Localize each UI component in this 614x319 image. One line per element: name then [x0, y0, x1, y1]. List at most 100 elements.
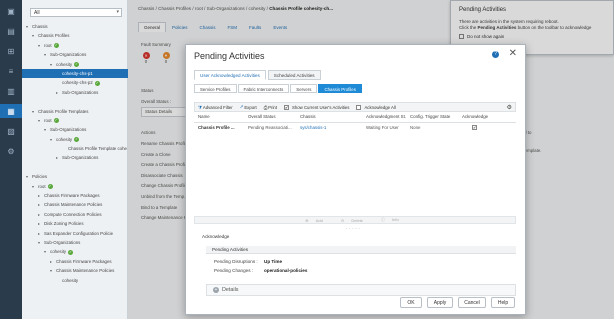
subtab-fabric-interconnects[interactable]: Fabric Interconnects [237, 84, 290, 93]
tree-node[interactable]: cohesity-chs-p2 ✓ [22, 78, 128, 87]
tab-scheduled[interactable]: Scheduled Activities [267, 70, 321, 80]
tree-node[interactable]: ▸ Chassis Firmware Packages [22, 191, 128, 200]
tree-node[interactable]: ▾ root ✓ [22, 41, 128, 50]
tree-node-label: Chassis Profiles [38, 33, 70, 39]
tree-node[interactable]: ▸ Sub-Organizations [22, 153, 128, 162]
col-trigger-state[interactable]: Config. Trigger State [406, 114, 458, 122]
col-ack-state[interactable]: Acknowledgment St... [362, 114, 406, 122]
tree-node[interactable]: ▾ Chassis Maintenance Policies [22, 266, 128, 275]
navigation-pane: All ▾ ▾ Chassis ▾ Chassis Profiles ▾ root ✓ ▾ Su… [22, 0, 128, 319]
tree-node-label: Sub-Organizations [62, 89, 99, 95]
filter-icon: ⧩ [198, 104, 202, 110]
tree-node[interactable]: ▸ Chassis Firmware Packages [22, 257, 128, 266]
tree-node[interactable]: cohesity-chs-p1 [22, 68, 128, 79]
pending-disruptions: Pending Disruptions : Up Time [214, 259, 282, 264]
add-label: Add [315, 217, 323, 223]
tree-node-label: Chassis Firmware Packages [44, 193, 100, 199]
tree-node[interactable]: ▾ Chassis Profiles [22, 31, 128, 40]
tree-node[interactable]: Chassis Profile Template cohe [22, 144, 128, 153]
table-row[interactable]: Chassis Profile ... Pending Reassociati.… [194, 125, 516, 135]
tree-node[interactable]: ▸ Sas Expander Configuration Policie [22, 229, 128, 238]
tree-node[interactable]: ▸ Compute Connection Policies [22, 210, 128, 219]
table-toolbar: ⧩ Advanced Filter ➚ Export ⎙ Print ✔ Show Cu… [194, 102, 516, 112]
cell-chassis-link[interactable]: sys/chassis-1 [296, 125, 362, 135]
ok-button[interactable]: OK [400, 297, 422, 308]
tree-node-label: Chassis Maintenance Policies [44, 202, 103, 208]
tree-node[interactable]: ▸ Chassis Maintenance Policies [22, 200, 128, 209]
help-icon[interactable]: ? [492, 51, 499, 58]
acknowledge-heading: Acknowledge [202, 234, 230, 239]
tree-node[interactable]: ▾ cohesity ✓ [22, 135, 128, 144]
details-expander[interactable]: + Details [206, 284, 516, 296]
tree-node[interactable]: ▾ root ✓ [22, 182, 128, 191]
tree-node-label: root [44, 42, 52, 48]
tree-node[interactable]: cohesity [22, 276, 128, 285]
details-label: Details [222, 287, 239, 293]
cell-acknowledge: ✔ [458, 125, 516, 135]
col-chassis[interactable]: Chassis [296, 114, 362, 122]
tree-node[interactable]: ▾ Policies [22, 172, 128, 181]
apply-button[interactable]: Apply [427, 297, 453, 308]
print-label: Print [268, 104, 278, 110]
navigation-tree: ▾ Chassis ▾ Chassis Profiles ▾ root ✓ ▾ Sub-Orga… [22, 22, 128, 285]
acknowledge-checkbox[interactable]: ✔ [472, 125, 477, 131]
tree-node-label: Sub-Organizations [62, 155, 99, 161]
table-body [194, 135, 516, 215]
servers-icon[interactable]: ▤ [0, 24, 22, 38]
tree-node[interactable]: ▾ Sub-Organizations [22, 50, 128, 59]
gear-icon[interactable]: ⚙ [507, 104, 512, 111]
equipment-icon[interactable]: ▣ [0, 4, 22, 18]
pending-activities-dialog: Pending Activities ? ✕ User Acknowledged… [185, 44, 526, 315]
subtab-chassis-profiles[interactable]: Chassis Profiles [318, 84, 362, 93]
subtab-servers[interactable]: Servers [290, 84, 318, 93]
san-icon[interactable]: ≡ [0, 64, 22, 78]
chassis-icon[interactable]: ▦ [0, 104, 22, 118]
print-button[interactable]: ⎙ Print [264, 105, 277, 110]
lan-icon[interactable]: ⊞ [0, 44, 22, 58]
tree-node[interactable]: ▾ cohesity ✓ [22, 60, 128, 69]
col-overall-status[interactable]: Overall Status [244, 114, 296, 122]
subtab-service-profiles[interactable]: Service Profiles [194, 84, 237, 93]
storage-icon[interactable]: ▨ [0, 124, 22, 138]
tree-node-label: Sas Expander Configuration Policie [44, 230, 114, 236]
tree-node-label: Policies [32, 174, 48, 180]
tree-node [22, 163, 128, 172]
close-icon[interactable]: ✕ [509, 48, 517, 59]
filter-dropdown[interactable]: All ▾ [30, 8, 122, 17]
tree-node-label: Sub-Organizations [50, 52, 87, 58]
help-button[interactable]: Help [491, 297, 515, 308]
col-acknowledge[interactable]: Acknowledge [458, 114, 516, 122]
admin-icon[interactable]: ⚙ [0, 144, 22, 158]
tab-user-acknowledged[interactable]: User Acknowledged Activities [194, 70, 266, 80]
cancel-button[interactable]: Cancel [458, 297, 486, 308]
tree-node[interactable]: ▸ Sub-Organizations [22, 88, 128, 97]
tree-node[interactable]: ▾ Sub-Organizations [22, 238, 128, 247]
status-ok-icon: ✓ [53, 43, 59, 49]
tree-node[interactable]: ▸ Disk Zoning Policies [22, 219, 128, 228]
tree-node-label: Chassis [32, 24, 48, 29]
dialog-title: Pending Activities [194, 51, 265, 61]
show-current-user-activities[interactable]: ✔ Show Current User's Activities [284, 104, 349, 110]
tree-node[interactable]: ▾ Chassis Profile Templates [22, 107, 128, 116]
table-footer: ⊕ Add ⊖ Delete ⓘ Info [194, 216, 516, 224]
acknowledge-all-checkbox[interactable] [356, 104, 362, 110]
table-header: Name Overall Status Chassis Acknowledgme… [194, 114, 516, 123]
tree-node-label: cohesity [56, 61, 73, 67]
chevron-down-icon: ▾ [116, 9, 119, 15]
advanced-filter-button[interactable]: ⧩ Advanced Filter [198, 105, 233, 110]
tree-node [22, 97, 128, 106]
vm-icon[interactable]: ▥ [0, 84, 22, 98]
show-current-checkbox[interactable]: ✔ [284, 104, 290, 110]
col-name[interactable]: Name [194, 114, 244, 122]
tree-node[interactable]: ▾ Chassis [22, 22, 128, 31]
tree-node-label: Sub-Organizations [44, 239, 81, 245]
tree-node[interactable]: ▾ root ✓ [22, 116, 128, 125]
acknowledge-all[interactable]: Acknowledge All [356, 104, 396, 110]
add-button: ⊕ Add [305, 217, 323, 223]
tree-node[interactable]: ▾ Sub-Organizations [22, 125, 128, 134]
tree-node-label: Compute Connection Policies [44, 211, 102, 217]
delete-button: ⊖ Delete [340, 217, 363, 223]
tree-node[interactable]: ▾ cohesity ✓ [22, 247, 128, 256]
info-button: ⓘ Info [380, 217, 399, 222]
export-button[interactable]: ➚ Export [240, 104, 257, 110]
